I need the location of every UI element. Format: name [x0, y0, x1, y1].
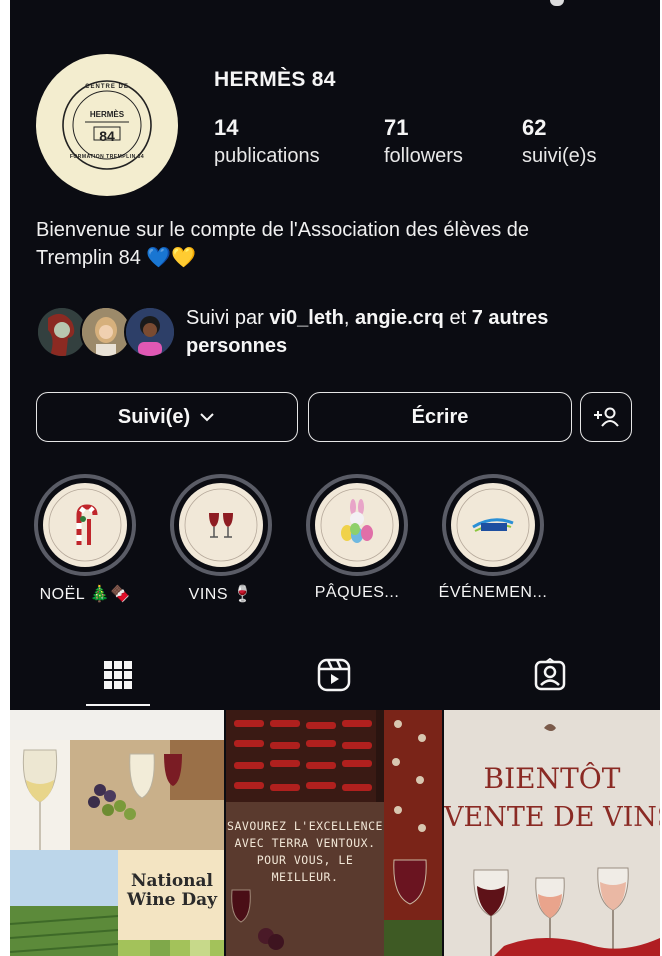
status-bar-indicator: [550, 0, 564, 6]
followed-user-2[interactable]: angie.crq: [355, 307, 444, 329]
mutual-avatar-2: [82, 308, 130, 356]
highlight-label: NOËL 🎄🍫: [39, 586, 131, 603]
highlight-cover: [179, 483, 263, 567]
profile-avatar[interactable]: CENTRE DE HERMÈS 84 FORMATION TREMPLIN 8…: [36, 54, 178, 196]
bio-line-2: Tremplin 84 💙💛: [36, 247, 197, 269]
stat-publications[interactable]: 14 publications: [214, 114, 320, 170]
stat-followers-count: 71: [384, 115, 409, 140]
post-thumbnail-2[interactable]: SAVOUREZ L'EXCELLENCE AVEC TERRA VENTOUX…: [226, 710, 442, 956]
stat-following-label: suivi(e)s: [522, 145, 597, 167]
add-person-icon: [594, 407, 619, 427]
stat-publications-count: 14: [214, 115, 239, 140]
mutual-avatar-1: [38, 308, 86, 356]
post-2-text-line-1: SAVOUREZ L'EXCELLENCE: [227, 819, 383, 833]
post-2-text-line-4: MEILLEUR.: [271, 870, 339, 884]
profile-tabs: [10, 646, 660, 706]
wine-collage-image: [10, 710, 224, 956]
post-thumbnail-1[interactable]: National Wine Day: [10, 710, 224, 956]
easter-bunny-icon: [320, 488, 394, 562]
active-tab-indicator: [86, 704, 150, 706]
following-button[interactable]: Suivi(e): [36, 392, 298, 442]
tab-reels[interactable]: [274, 646, 394, 704]
logo-top-text: CENTRE DE: [85, 84, 129, 90]
post-2-text: SAVOUREZ L'EXCELLENCE AVEC TERRA VENTOUX…: [226, 818, 384, 886]
wine-glasses-icon: [184, 488, 258, 562]
mutual-avatar-3: [126, 308, 174, 356]
highlight-paques[interactable]: PÂQUES...: [302, 474, 412, 602]
highlight-evenements[interactable]: ÉVÉNEMEN...: [438, 474, 548, 602]
wine-sale-poster-image: [444, 710, 660, 956]
profile-screen: CENTRE DE HERMÈS 84 FORMATION TREMPLIN 8…: [10, 0, 660, 956]
avatar: [124, 306, 176, 358]
highlight-ring: [170, 474, 272, 576]
logo-bottom-text: FORMATION TREMPLIN 84: [69, 154, 145, 160]
stat-following[interactable]: 62 suivi(e)s: [522, 114, 596, 170]
post-2-text-line-2: AVEC TERRA VENTOUX.: [234, 836, 376, 850]
highlight-ring: [306, 474, 408, 576]
following-button-label: Suivi(e): [117, 405, 191, 428]
stat-following-count: 62: [522, 115, 547, 140]
post-thumbnail-3[interactable]: BIENTÔT VENTE DE VINS: [444, 710, 660, 956]
logo-number-text: 84: [99, 128, 115, 144]
profile-username: HERMÈS 84: [214, 68, 336, 91]
message-button-label: Écrire: [411, 405, 469, 428]
tab-posts[interactable]: [58, 646, 178, 704]
post-1-text: National Wine Day: [127, 871, 217, 910]
post-3-text-line-2: VENTE DE VINS: [444, 802, 660, 833]
hermes-logo: [62, 80, 152, 170]
suggest-people-button[interactable]: [580, 392, 632, 442]
followed-user-1[interactable]: vi0_leth: [269, 307, 343, 329]
highlight-cover: [451, 483, 535, 567]
highlight-label: ÉVÉNEMEN...: [438, 584, 548, 601]
highlight-vins[interactable]: VINS 🍷: [166, 474, 276, 604]
followed-and: et: [443, 307, 472, 329]
logo-name-text: HERMÈS: [89, 110, 125, 119]
tagged-icon: [534, 658, 566, 691]
highlight-cover: [43, 483, 127, 567]
highlight-cover: [315, 483, 399, 567]
stat-publications-label: publications: [214, 145, 320, 167]
profile-bio: Bienvenue sur le compte de l'Association…: [36, 216, 646, 272]
post-2-text-line-3: POUR VOUS, LE: [256, 853, 354, 867]
highlight-ring: [34, 474, 136, 576]
message-button[interactable]: Écrire: [308, 392, 572, 442]
tab-tagged[interactable]: [490, 646, 610, 704]
chevron-down-icon: [200, 413, 214, 422]
followed-separator: ,: [343, 307, 355, 329]
stat-followers-label: followers: [384, 145, 463, 167]
stat-followers[interactable]: 71 followers: [384, 114, 463, 170]
posts-grid: National Wine Day SAVOUREZ L'EXCELLENCE …: [10, 710, 660, 956]
post-3-text-line-1: BIENTÔT: [483, 762, 621, 795]
tremplin-logo-icon: [456, 488, 530, 562]
reels-icon: [317, 658, 351, 692]
followed-prefix: Suivi par: [186, 307, 270, 329]
bio-line-1: Bienvenue sur le compte de l'Association…: [36, 219, 529, 241]
highlight-ring: [442, 474, 544, 576]
grid-icon: [104, 661, 132, 689]
mutual-followers-avatars[interactable]: [36, 306, 176, 360]
highlight-label: PÂQUES...: [314, 584, 400, 601]
highlight-noel[interactable]: NOËL 🎄🍫: [30, 474, 140, 604]
mutual-followers-text[interactable]: Suivi par vi0_leth, angie.crq et 7 autre…: [186, 304, 646, 360]
highlight-label: VINS 🍷: [188, 586, 254, 603]
candy-cane-icon: [48, 488, 122, 562]
